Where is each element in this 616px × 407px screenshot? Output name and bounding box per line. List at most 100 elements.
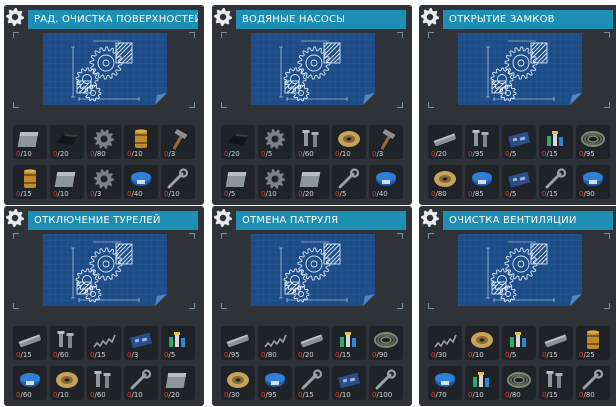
resource-slot[interactable]: 0/80 <box>502 366 536 400</box>
resource-slot[interactable]: 0/10 <box>124 125 158 159</box>
resource-slot[interactable]: 0/10 <box>258 165 292 199</box>
need-count: 15 <box>548 190 558 198</box>
blueprint-image <box>458 234 582 306</box>
resource-slot[interactable]: 0/20 <box>221 125 255 159</box>
resource-slot[interactable]: 0/80 <box>428 165 462 199</box>
resource-slot[interactable]: 0/5 <box>221 165 255 199</box>
blue-drum-icon <box>376 172 396 186</box>
resource-slot[interactable]: 0/15 <box>332 326 366 360</box>
resource-slot[interactable]: 0/40 <box>369 165 403 199</box>
resource-slot[interactable]: 0/10 <box>124 366 158 400</box>
resource-quantity: 0/60 <box>53 351 69 359</box>
resource-slot[interactable]: 0/60 <box>50 326 84 360</box>
resource-slot[interactable]: 0/20 <box>295 326 329 360</box>
resource-slot[interactable]: 0/60 <box>295 125 329 159</box>
resource-slot[interactable]: 0/10 <box>465 326 499 360</box>
circuit-board-icon <box>130 332 153 349</box>
resource-slot[interactable]: 0/95 <box>576 125 610 159</box>
resource-slot[interactable]: 0/5 <box>258 125 292 159</box>
metal-sheet-icon <box>54 172 76 187</box>
resource-slot[interactable]: 0/3 <box>124 326 158 360</box>
blueprint-panel[interactable]: РАД. ОЧИСТКА ПОВЕРХНОСТЕЙ 0/10 0/20 0/80 0/1… <box>4 5 204 205</box>
gear-icon <box>265 129 285 149</box>
resource-slot[interactable]: 0/15 <box>539 326 573 360</box>
resource-slot[interactable]: 0/90 <box>576 165 610 199</box>
resource-slot[interactable]: 0/15 <box>539 165 573 199</box>
resource-slot[interactable]: 0/10 <box>50 165 84 199</box>
resource-grid: 0/15 0/60 0/15 0/3 0/5 0/60 0/10 0/60 0/10 0/20 <box>13 326 195 402</box>
gear-icon <box>265 169 285 189</box>
resource-quantity: 0/30 <box>431 351 447 359</box>
resource-slot[interactable]: 0/15 <box>87 326 121 360</box>
need-count: 80 <box>437 190 447 198</box>
electronics-icon <box>340 332 356 347</box>
metal-sheet-icon <box>299 172 321 187</box>
resource-quantity: 0/5 <box>505 190 516 198</box>
resource-slot[interactable]: 0/20 <box>50 125 84 159</box>
need-count: 30 <box>230 391 240 399</box>
resource-slot[interactable]: 0/20 <box>295 165 329 199</box>
resource-slot[interactable]: 0/5 <box>502 326 536 360</box>
resource-slot[interactable]: 0/60 <box>13 366 47 400</box>
resource-slot[interactable]: 0/30 <box>221 366 255 400</box>
pipe-icon <box>226 334 249 348</box>
resource-slot[interactable]: 0/3 <box>87 165 121 199</box>
resource-slot[interactable]: 0/3 <box>369 125 403 159</box>
need-count: 20 <box>437 150 447 158</box>
resource-slot[interactable]: 0/10 <box>332 125 366 159</box>
resource-slot[interactable]: 0/30 <box>428 326 462 360</box>
resource-quantity: 0/20 <box>298 190 314 198</box>
resource-slot[interactable]: 0/95 <box>258 366 292 400</box>
frame-corner <box>189 102 195 108</box>
resource-slot[interactable]: 0/10 <box>13 125 47 159</box>
resource-slot[interactable]: 0/15 <box>13 326 47 360</box>
resource-slot[interactable]: 0/15 <box>13 165 47 199</box>
bolts-icon <box>302 130 319 147</box>
resource-quantity: 0/15 <box>90 351 106 359</box>
resource-slot[interactable]: 0/95 <box>221 326 255 360</box>
resource-slot[interactable]: 0/25 <box>576 326 610 360</box>
resource-slot[interactable]: 0/20 <box>161 366 195 400</box>
resource-slot[interactable]: 0/60 <box>87 366 121 400</box>
resource-slot[interactable]: 0/90 <box>369 326 403 360</box>
blueprint-panel[interactable]: ОТКЛЮЧЕНИЕ ТУРЕЛЕЙ 0/15 0/60 0/15 0/3 0/5 0/60… <box>4 206 204 406</box>
resource-quantity: 0/10 <box>164 190 180 198</box>
blueprint-panel[interactable]: ОТМЕНА ПАТРУЛЯ 0/95 0/80 0/20 0/15 0/90 0/30 0/… <box>212 206 412 406</box>
resource-slot[interactable]: 0/10 <box>161 165 195 199</box>
need-count: 10 <box>170 190 180 198</box>
resource-slot[interactable]: 0/95 <box>465 125 499 159</box>
need-count: 3 <box>96 190 102 198</box>
resource-slot[interactable]: 0/80 <box>87 125 121 159</box>
resource-slot[interactable]: 0/10 <box>332 366 366 400</box>
resource-slot[interactable]: 0/15 <box>539 125 573 159</box>
resource-slot[interactable]: 0/5 <box>502 165 536 199</box>
gear-icon <box>213 7 233 27</box>
blueprint-panel[interactable]: ВОДЯНЫЕ НАСОСЫ 0/20 0/5 0/60 0/10 0/3 0/5 0/10 0… <box>212 5 412 205</box>
resource-quantity: 0/95 <box>579 150 595 158</box>
blueprint-panel[interactable]: ОЧИСТКА ВЕНТИЛЯЦИИ 0/30 0/10 0/5 0/15 0/25 0/7… <box>419 206 616 406</box>
frame-corner <box>13 102 19 108</box>
rope-icon <box>471 332 493 348</box>
resource-slot[interactable]: 0/10 <box>465 366 499 400</box>
resource-quantity: 0/60 <box>90 391 106 399</box>
resource-slot[interactable]: 0/5 <box>502 125 536 159</box>
resource-slot[interactable]: 0/5 <box>161 326 195 360</box>
resource-slot[interactable]: 0/15 <box>539 366 573 400</box>
resource-quantity: 0/40 <box>127 190 143 198</box>
resource-slot[interactable]: 0/10 <box>50 366 84 400</box>
resource-slot[interactable]: 0/70 <box>428 366 462 400</box>
resource-slot[interactable]: 0/40 <box>124 165 158 199</box>
resource-slot[interactable]: 0/80 <box>576 366 610 400</box>
resource-slot[interactable]: 0/20 <box>428 125 462 159</box>
resource-slot[interactable]: 0/85 <box>465 165 499 199</box>
frame-corner <box>221 233 227 239</box>
resource-slot[interactable]: 0/80 <box>258 326 292 360</box>
blueprint-panel[interactable]: ОТКРЫТИЕ ЗАМКОВ 0/20 0/95 0/5 0/15 0/95 0/80 0/… <box>419 5 616 205</box>
resource-slot[interactable]: 0/15 <box>295 366 329 400</box>
resource-slot[interactable]: 0/100 <box>369 366 403 400</box>
resource-slot[interactable]: 0/3 <box>161 125 195 159</box>
hammer-icon <box>380 128 396 150</box>
resource-slot[interactable]: 0/5 <box>332 165 366 199</box>
gear-icon <box>94 129 114 149</box>
bolts-icon <box>546 371 563 388</box>
